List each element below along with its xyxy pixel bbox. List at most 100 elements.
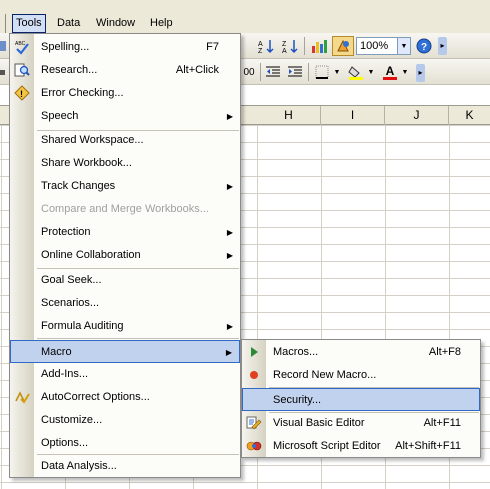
- autocorrect-icon: [15, 391, 30, 404]
- svg-text:?: ?: [421, 42, 427, 53]
- drawing-button[interactable]: [332, 36, 354, 56]
- help-icon: ?: [416, 38, 432, 54]
- menu-item-formula-auditing[interactable]: Formula Auditing ▶: [10, 315, 240, 338]
- menu-item-customize[interactable]: Customize...: [10, 409, 240, 432]
- menu-item-label: AutoCorrect Options...: [41, 391, 150, 403]
- menu-item-label: Speech: [41, 110, 79, 122]
- menu-item-track-changes[interactable]: Track Changes ▶: [10, 175, 240, 198]
- menu-item-online-collaboration[interactable]: Online Collaboration ▶: [10, 244, 240, 267]
- column-header-i[interactable]: I: [321, 106, 385, 125]
- submenu-item-shortcut: Alt+Shift+F11: [395, 440, 461, 452]
- decrease-indent-button[interactable]: [263, 62, 283, 82]
- menu-item-shared-workspace[interactable]: Shared Workspace...: [10, 129, 240, 152]
- submenu-arrow-icon: ▶: [226, 182, 233, 191]
- drawing-icon: [337, 39, 349, 52]
- menu-item-goal-seek[interactable]: Goal Seek...: [10, 269, 240, 292]
- svg-text:Z: Z: [258, 48, 263, 54]
- arrow-glyph: ▼: [401, 68, 409, 76]
- column-header-label: K: [465, 108, 474, 122]
- chart-wizard-button[interactable]: [308, 36, 330, 56]
- submenu-item-label: Security...: [273, 394, 322, 406]
- menu-item-macro[interactable]: Macro ▶: [10, 340, 240, 363]
- menu-item-spelling[interactable]: ABC Spelling... F7: [10, 36, 240, 59]
- font-color-button[interactable]: A: [380, 62, 400, 82]
- submenu-arrow-icon: ▶: [225, 348, 232, 357]
- toolbar-options-chevron[interactable]: ▸: [416, 64, 425, 82]
- sort-ascending-icon: AZ: [258, 40, 274, 54]
- menu-item-label: Options...: [41, 437, 89, 449]
- menu-item-label: Protection: [41, 226, 91, 238]
- submenu-item-shortcut: Alt+F8: [428, 346, 461, 358]
- toolbar-chevron-glyph: ▸: [418, 68, 423, 77]
- borders-dropdown-arrow[interactable]: ▼: [332, 62, 342, 82]
- column-header-label: J: [413, 108, 420, 122]
- submenu-item-record-new-macro[interactable]: Record New Macro...: [242, 364, 480, 387]
- menu-item-label: Research...: [41, 64, 98, 76]
- borders-button[interactable]: [312, 62, 332, 82]
- submenu-item-visual-basic-editor[interactable]: Visual Basic Editor Alt+F11: [242, 412, 480, 435]
- toolbar-fragment-icon[interactable]: [0, 36, 8, 56]
- zoom-arrow-glyph: ▼: [400, 43, 408, 50]
- menu-item-share-workbook[interactable]: Share Workbook...: [10, 152, 240, 175]
- menu-item-speech[interactable]: Speech ▶: [10, 105, 240, 128]
- toolbar-options-chevron[interactable]: ▸: [438, 37, 447, 55]
- toolbar-fragment-icon[interactable]: [0, 62, 8, 82]
- fill-color-dropdown-arrow[interactable]: ▼: [366, 62, 376, 82]
- column-header-h[interactable]: H: [257, 106, 321, 125]
- menu-bar: Tools Data Window Help: [0, 0, 490, 33]
- sort-descending-button[interactable]: ZA: [280, 36, 302, 56]
- menu-item-error-checking[interactable]: ! Error Checking...: [10, 82, 240, 105]
- menu-tools[interactable]: Tools: [12, 14, 46, 33]
- increase-indent-button[interactable]: [285, 62, 305, 82]
- svg-text:A: A: [258, 41, 263, 48]
- menu-item-data-analysis[interactable]: Data Analysis...: [10, 455, 240, 478]
- menu-item-label: Track Changes: [41, 180, 116, 192]
- submenu-item-macros[interactable]: Macros... Alt+F8: [242, 341, 480, 364]
- menu-help-label: Help: [150, 17, 173, 29]
- submenu-item-label: Visual Basic Editor: [273, 417, 365, 429]
- menu-item-label: Goal Seek...: [41, 274, 102, 286]
- research-icon: [14, 63, 30, 77]
- submenu-item-label: Record New Macro...: [273, 369, 377, 381]
- menu-item-protection[interactable]: Protection ▶: [10, 221, 240, 244]
- submenu-item-script-editor[interactable]: Microsoft Script Editor Alt+Shift+F11: [242, 435, 480, 458]
- svg-text:!: !: [20, 89, 23, 99]
- menu-item-add-ins[interactable]: Add-Ins...: [10, 363, 240, 386]
- submenu-item-security[interactable]: Security...: [242, 388, 480, 411]
- menu-item-research[interactable]: Research... Alt+Click: [10, 59, 240, 82]
- fill-color-button[interactable]: [346, 62, 366, 82]
- menu-window-label: Window: [96, 17, 136, 29]
- menu-item-label: Formula Auditing: [41, 320, 124, 332]
- menu-data[interactable]: Data: [53, 14, 84, 33]
- sort-ascending-button[interactable]: AZ: [256, 36, 278, 56]
- menu-help[interactable]: Help: [146, 14, 177, 33]
- help-button[interactable]: ?: [414, 36, 434, 56]
- column-header-j[interactable]: J: [385, 106, 449, 125]
- menu-bar-edge: [0, 14, 6, 33]
- menu-item-options[interactable]: Options...: [10, 432, 240, 455]
- spelling-icon: ABC: [15, 41, 29, 55]
- decrease-decimal-button[interactable]: 00: [238, 62, 260, 82]
- column-header-label: H: [284, 108, 293, 122]
- menu-item-label: Compare and Merge Workbooks...: [41, 203, 209, 215]
- toolbar-chevron-glyph: ▸: [440, 41, 445, 50]
- font-color-dropdown-arrow[interactable]: ▼: [400, 62, 410, 82]
- chart-wizard-icon: [312, 40, 327, 53]
- decrease-indent-icon: [266, 66, 280, 77]
- script-editor-icon: [246, 441, 262, 451]
- vb-editor-icon: [246, 416, 262, 430]
- column-header-k[interactable]: K: [449, 106, 490, 125]
- submenu-item-label: Macros...: [273, 346, 319, 358]
- font-color-icon: A: [385, 63, 395, 78]
- menu-item-autocorrect-options[interactable]: AutoCorrect Options...: [10, 386, 240, 409]
- menu-item-shortcut: F7: [206, 41, 219, 53]
- menu-item-label: Scenarios...: [41, 297, 100, 309]
- menu-item-scenarios[interactable]: Scenarios...: [10, 292, 240, 315]
- menu-window[interactable]: Window: [92, 14, 139, 33]
- run-macro-icon: [251, 347, 258, 357]
- zoom-dropdown-arrow[interactable]: ▼: [398, 37, 411, 55]
- record-icon: [250, 371, 258, 379]
- borders-icon: [315, 65, 329, 79]
- menu-item-label: Share Workbook...: [41, 157, 132, 169]
- zoom-combo[interactable]: 100%: [356, 37, 398, 55]
